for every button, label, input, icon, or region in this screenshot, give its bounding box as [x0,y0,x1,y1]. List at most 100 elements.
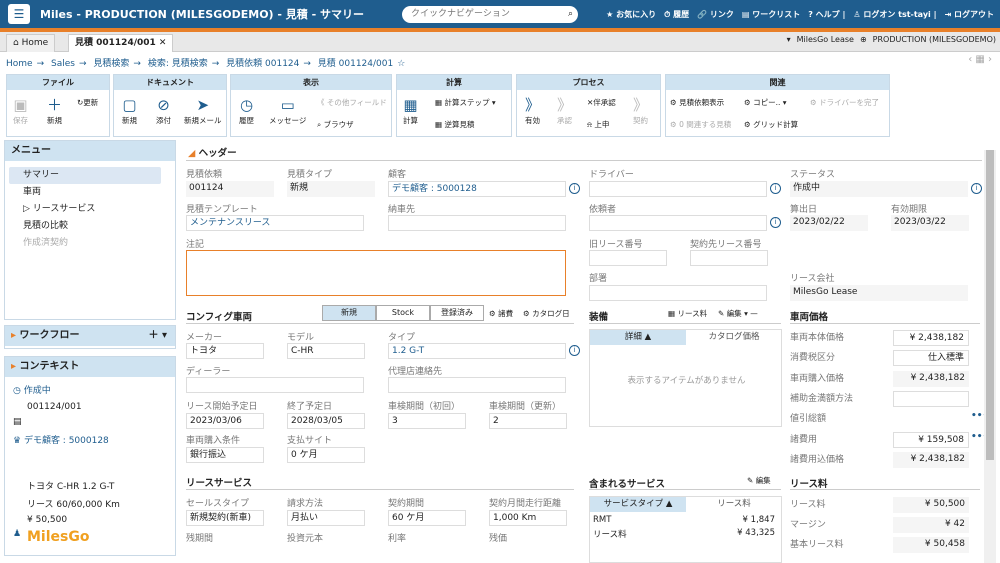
inspection-first-field[interactable]: 3 [388,413,466,429]
history-link[interactable]: ⏱ 履歴 [664,9,689,20]
star-icon[interactable]: ☆ [397,59,405,69]
nav-arrows-icon[interactable]: ‹ ▦ › [968,54,992,65]
contract-lease-field[interactable] [690,250,768,266]
context-status[interactable]: ◷ 作成中 [13,383,51,396]
info-icon[interactable]: i [770,183,781,194]
more-icon[interactable]: ••• [971,432,984,442]
col-lease-fee[interactable]: リース料 [686,497,782,512]
driver-done-button[interactable]: ⚙ ドライバーを完了 [810,97,879,108]
menu-item-summary[interactable]: サマリー [9,167,161,184]
type-field[interactable]: 1.2 G-T [388,343,566,359]
department-field[interactable] [589,285,767,301]
new-mail-button[interactable]: ➤ 新規メール [184,95,222,126]
maker-field[interactable]: トヨタ [186,343,264,359]
dealer-field[interactable] [186,377,364,393]
table-row[interactable]: RMT [593,515,611,525]
old-lease-field[interactable] [589,250,667,266]
included-edit-button[interactable]: ✎ 編集 [747,475,771,486]
menu-item-vehicle[interactable]: 車両 [5,184,175,201]
logout-link[interactable]: ⇥ ログアウト [945,9,995,20]
catalog-date-button[interactable]: ⚙ カタログ日 [523,308,570,319]
calc-button[interactable]: ▦ 計算 [403,95,418,126]
seg-registered[interactable]: 登録済み [430,305,484,321]
search-icon[interactable]: ⌕ [568,6,573,23]
context-customer[interactable]: ♛ デモ顧客 : 5000128 [13,433,109,446]
end-date-field[interactable]: 2028/03/05 [287,413,365,429]
menu-item-compare[interactable]: 見積の比較 [5,218,175,235]
main-content: ◢ ヘッダー 見積依頼 001124 見積タイプ 新規 顧客 デモ顧客 : 50… [180,140,984,563]
scrollbar[interactable] [984,150,996,563]
link-link[interactable]: 🔗 リンク [697,9,734,20]
quote-request-view-button[interactable]: ⚙ 見積依頼表示 [670,97,724,108]
info-icon[interactable]: i [770,217,781,228]
info-icon[interactable]: i [569,183,580,194]
model-field[interactable]: C-HR [287,343,365,359]
attach-button[interactable]: ⊘ 添付 [156,95,171,126]
doc-new-button[interactable]: ▢ 新規 [122,95,137,126]
scrollbar-thumb[interactable] [986,150,994,460]
more-icon[interactable]: ••• [971,411,984,421]
delivery-field[interactable] [388,215,566,231]
table-row[interactable]: リース料 [593,528,627,540]
tab-quote[interactable]: 見積 001124/001 ✕ [68,34,174,52]
agent-field[interactable] [388,377,566,393]
billing-method-field[interactable]: 月払い [287,510,365,526]
quick-navigation-input[interactable]: クイックナビゲーション ⌕ [402,6,578,23]
expand-icon[interactable]: ▷ [23,204,33,214]
col-service-type[interactable]: サービスタイプ ▲ [590,497,686,512]
contract-period-field[interactable]: 60 ケ月 [388,510,466,526]
payment-site-field[interactable]: 0 ケ月 [287,447,365,463]
contract-button[interactable]: 》契約 [633,95,648,126]
dropdown-icon[interactable]: ▾ [787,35,791,44]
seg-new[interactable]: 新規 [322,305,376,321]
purchase-condition-field[interactable]: 銀行振込 [186,447,264,463]
favorites-link[interactable]: ★ お気に入り [606,9,656,20]
add-icon[interactable]: ＋ ▾ [148,326,167,346]
app-menu-icon[interactable]: ☰ [8,4,30,24]
calc-step-button[interactable]: ▦ 計算ステップ ▾ [435,97,496,108]
equipment-lease-button[interactable]: ▦ リース料 [668,308,707,319]
message-button[interactable]: ▭ メッセージ [269,95,306,126]
sales-type-field[interactable]: 新規契約(新車) [186,510,264,526]
valid-button[interactable]: 》有効 [525,95,540,126]
refresh-button[interactable]: ↻更新 [77,97,98,108]
logon-link[interactable]: ♙ ログオン tst-tayi | [853,9,936,20]
subsidy-value[interactable] [893,391,969,407]
customer-field[interactable]: デモ顧客 : 5000128 [388,181,566,197]
reject-button[interactable]: ✕伴承認 [587,97,616,108]
driver-field[interactable] [589,181,767,197]
seg-stock[interactable]: Stock [376,305,430,321]
browser-button[interactable]: ⌕ ブラウザ [317,119,354,130]
col-detail[interactable]: 詳細 ▲ [590,330,686,345]
fees-button[interactable]: ⚙ 諸費 [489,308,513,319]
save-button[interactable]: ▣ 保存 [13,95,28,126]
close-icon[interactable]: ✕ [159,38,167,48]
menu-item-lease-service[interactable]: ▷ リースサービス [5,201,175,218]
approve-button[interactable]: 》承認 [557,95,572,126]
inspection-renew-field[interactable]: 2 [489,413,567,429]
mileage-field[interactable]: 1,000 Km [489,510,567,526]
worklist-link[interactable]: ▤ ワークリスト [742,9,800,20]
requester-field[interactable] [589,215,767,231]
submit-button[interactable]: ⍾ 上申 [587,119,609,130]
grid-calc-button[interactable]: ⚙ グリッド計算 [744,119,798,130]
history-button[interactable]: ◷ 履歴 [239,95,254,126]
tax-category-value[interactable]: 仕入標準 [893,350,969,366]
menu-item-contracts: 作成済契約 [23,238,69,248]
equipment-edit-button[interactable]: ✎ 編集 ▾ — [718,308,758,319]
help-link[interactable]: ? ヘルプ | [808,9,845,20]
company-selector[interactable]: ▾ MilesGo Lease ⊕ PRODUCTION (MILESGODEM… [787,35,996,44]
note-textarea[interactable] [186,250,566,296]
info-icon[interactable]: i [971,183,982,194]
related-quote-button[interactable]: ⚙ 0 関連する見積 [670,119,731,130]
reverse-quote-button[interactable]: ▦ 逆算見積 [435,119,474,130]
person-icon: ♟ [13,529,22,539]
start-date-field[interactable]: 2023/03/06 [186,413,264,429]
new-button[interactable]: ＋新規 [47,95,62,126]
copy-button[interactable]: ⚙ コピー.. ▾ [744,97,787,108]
other-fields-button[interactable]: 《 その他フィールド [317,97,387,108]
tab-home[interactable]: ⌂ Home [6,34,56,52]
template-field[interactable]: メンテナンスリース [186,215,364,231]
info-icon[interactable]: i [569,345,580,356]
col-catalog-price[interactable]: カタログ価格 [686,330,782,345]
